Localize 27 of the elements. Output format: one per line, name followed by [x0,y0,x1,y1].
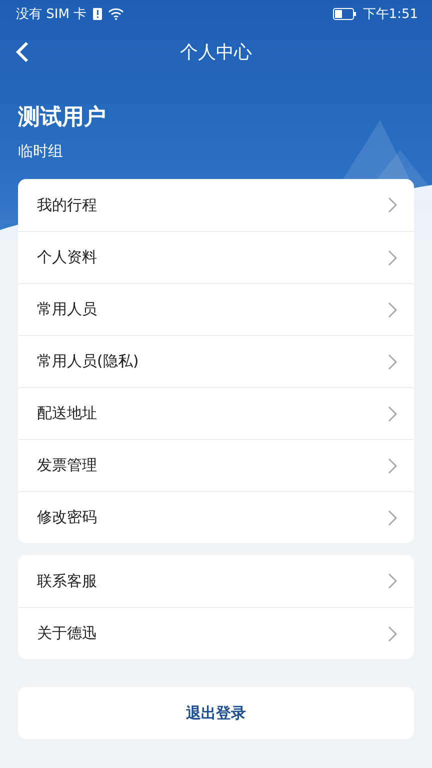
menu-item[interactable]: 常用人员 [18,283,414,335]
chevron-icon [388,626,398,642]
clock-text: 下午1:51 [362,6,418,23]
menu-item[interactable]: 我的行程 [18,179,414,231]
chevron-icon [388,406,398,422]
menu-item[interactable]: 常用人员(隐私) [18,335,414,387]
menu-item[interactable]: 发票管理 [18,439,414,491]
chevron-icon [388,573,398,589]
menu-item[interactable]: 个人资料 [18,231,414,283]
menu-item[interactable]: 联系客服 [18,555,414,607]
chevron-icon [388,354,398,370]
page-title: 个人中心 [180,41,252,64]
chevron-icon [388,197,398,213]
back-icon [15,41,29,63]
menu-item[interactable]: 配送地址 [18,387,414,439]
user-name: 测试用户 [18,104,106,132]
chevron-icon [388,510,398,526]
chevron-icon [388,250,398,266]
chevron-icon [388,302,398,318]
carrier-text: 没有 SIM 卡 [16,6,87,23]
menu-item[interactable]: 修改密码 [18,491,414,543]
logout-button[interactable]: 退出登录 [18,687,414,739]
user-group: 临时组 [18,142,63,161]
menu-item[interactable]: 关于德迅 [18,607,414,659]
chevron-icon [388,458,398,474]
wifi-icon [108,8,124,20]
battery-icon [332,8,357,20]
